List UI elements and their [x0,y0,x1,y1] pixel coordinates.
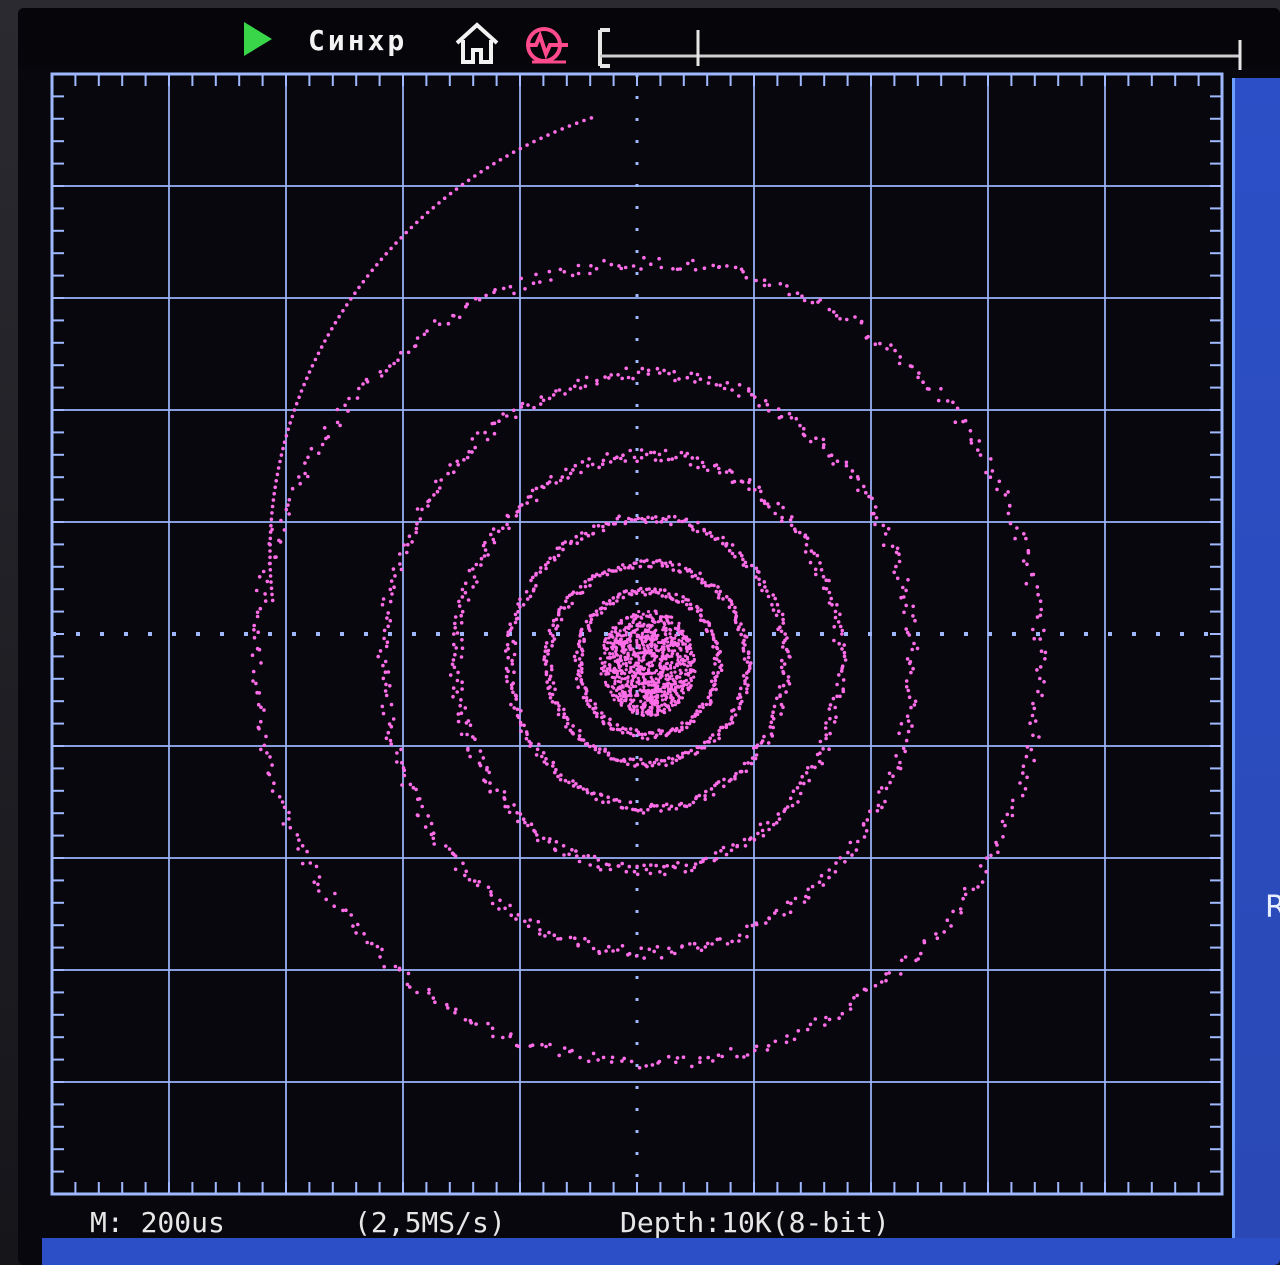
sample-rate-readout: (2,5MS/s) [354,1206,506,1239]
side-menu-letter: R [1265,890,1280,925]
sync-label[interactable]: Синхр [308,24,407,57]
memory-depth-readout[interactable]: Depth:10K(8-bit) [620,1206,890,1239]
oscilloscope-frame: Синхр C R [0,0,1280,1265]
graticule [50,72,1224,1196]
xy-display [28,60,1233,1212]
top-toolbar: Синхр [18,8,1280,70]
channel-info-strip [42,1238,1280,1265]
side-menu-panel[interactable]: C R [1232,78,1280,1238]
timebase-readout[interactable]: M: 200us [90,1206,225,1239]
oscilloscope-screen: Синхр C R [18,8,1280,1265]
play-icon[interactable] [244,22,272,56]
xy-trace [250,116,1048,1070]
